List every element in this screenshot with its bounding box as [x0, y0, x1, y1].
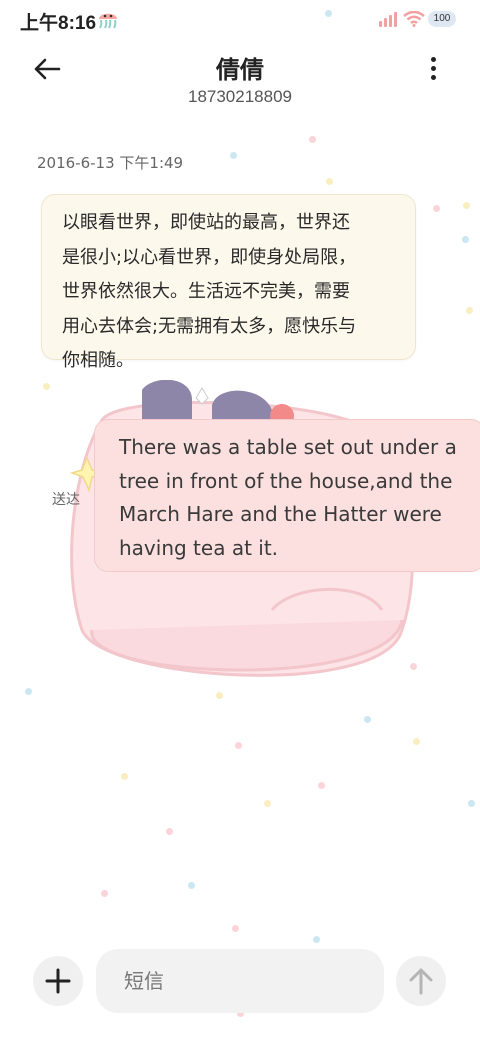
plus-icon	[33, 968, 83, 1010]
message-line: 世界依然很大。生活远不完美，需要	[62, 281, 350, 302]
message-line: 是很小;以心看世界，即使身处局限，	[62, 246, 357, 268]
arrow-left-icon	[30, 58, 62, 90]
incoming-message-bubble[interactable]: 以眼看世界，即使站的最高，世界还 是很小;以心看世界，即使身处局限， 世界依然很…	[41, 194, 416, 371]
delivery-status: 送达	[52, 492, 80, 508]
outgoing-message-bubble[interactable]: There was a table set out under a tree i…	[94, 419, 480, 572]
message-line: 你相随。	[62, 350, 134, 371]
message-line: 以眼看世界，即使站的最高，世界还	[62, 212, 350, 233]
add-attachment-button[interactable]	[33, 956, 83, 1006]
battery-indicator: 100	[428, 11, 456, 27]
contact-phone-number: 18730218809	[187, 87, 292, 106]
message-input[interactable]	[96, 949, 384, 1013]
arrow-up-icon	[396, 968, 446, 1010]
signal-icon	[378, 11, 400, 31]
message-line: There was a table set out under a	[119, 435, 457, 459]
wifi-icon	[403, 10, 425, 31]
more-options-button[interactable]	[420, 54, 448, 84]
message-line: 用心去体会;无需拥有太多，愿快乐与	[62, 315, 357, 337]
jellyfish-icon	[96, 8, 120, 34]
more-vertical-icon	[431, 57, 436, 62]
message-line: tree in front of the house,and the	[119, 468, 453, 493]
message-line: March Hare and the Hatter were	[119, 502, 442, 526]
contact-name: 倩倩	[216, 56, 264, 84]
send-button[interactable]	[396, 956, 446, 1006]
status-time: 上午8:16	[20, 13, 97, 34]
back-button[interactable]	[30, 52, 70, 86]
status-bar: 上午8:16 100	[0, 0, 480, 42]
message-line: having tea at it.	[119, 535, 279, 560]
message-timestamp: 2016-6-13 下午1:49	[37, 154, 184, 172]
